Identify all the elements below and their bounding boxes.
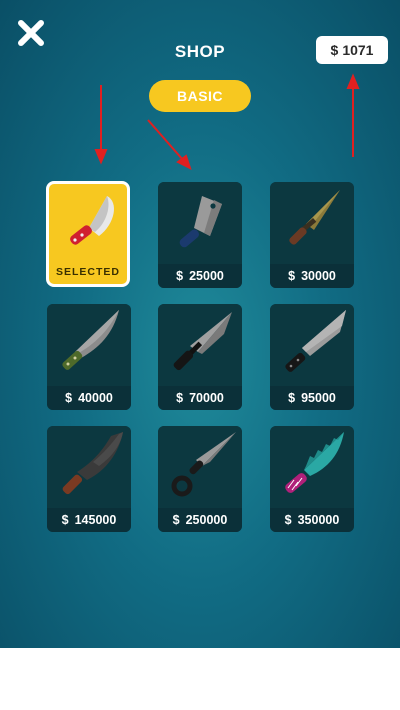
price-label: $ 40000 (47, 386, 131, 410)
item-card-tanto-knife[interactable]: $ 95000 (270, 304, 354, 410)
shop-screen: SHOP $ 1071 BASIC SELECTED $ 25000 $ 300… (0, 0, 400, 648)
item-card-teal-serrated-knife[interactable]: $ 350000 (270, 426, 354, 532)
knife-image (270, 304, 354, 386)
knife-green-handle-icon (62, 310, 119, 370)
price-label: $ 25000 (158, 264, 242, 288)
knife-image (270, 182, 354, 264)
price-label: $ 350000 (270, 508, 354, 532)
knife-image (49, 184, 127, 266)
serrated-knife-icon (285, 432, 344, 493)
knife-image (270, 426, 354, 508)
ring-knife-icon (171, 432, 236, 497)
price-label: $ 95000 (270, 386, 354, 410)
chef-knife-icon (70, 196, 114, 245)
item-card-green-handle-knife[interactable]: $ 40000 (47, 304, 131, 410)
knife-image (158, 426, 242, 508)
combat-knife-icon (173, 312, 232, 371)
tanto-knife-icon (285, 310, 346, 372)
item-card-black-combat-knife[interactable]: $ 70000 (158, 304, 242, 410)
item-card-cleaver[interactable]: $ 25000 (158, 182, 242, 288)
knife-image (47, 426, 131, 508)
price-label: $ 250000 (158, 508, 242, 532)
knife-grid: SELECTED $ 25000 $ 30000 $ 40000 $ 70000… (0, 0, 400, 648)
knife-image (47, 304, 131, 386)
price-label: $ 70000 (158, 386, 242, 410)
item-card-hooked-machete[interactable]: $ 145000 (47, 426, 131, 532)
dagger-icon (289, 190, 340, 245)
item-card-selected[interactable]: SELECTED (46, 181, 130, 287)
item-card-ring-throwing-knife[interactable]: $ 250000 (158, 426, 242, 532)
selected-label: SELECTED (55, 266, 120, 278)
knife-image (158, 304, 242, 386)
item-card-bronze-dagger[interactable]: $ 30000 (270, 182, 354, 288)
knife-image (158, 182, 242, 264)
price-label: $ 145000 (47, 508, 131, 532)
price-label: $ 30000 (270, 264, 354, 288)
cleaver-icon (179, 196, 222, 248)
machete-icon (62, 432, 123, 495)
